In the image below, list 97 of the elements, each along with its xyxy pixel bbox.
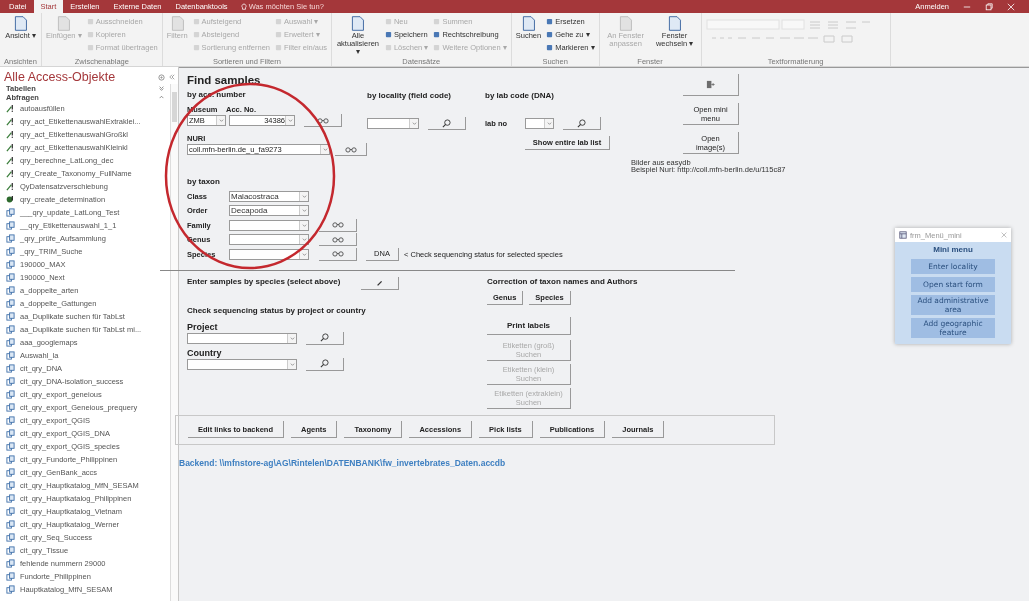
lab-number-combo[interactable] [525, 118, 554, 129]
filter-icon[interactable] [158, 73, 165, 81]
taxon-combo[interactable]: Malacostraca [229, 190, 309, 202]
search-icon [320, 359, 329, 368]
exit-icon [706, 80, 715, 89]
dropdown-icon [289, 361, 295, 367]
restore-icon[interactable] [985, 2, 993, 11]
search-icon [442, 118, 451, 128]
chevron-icon [159, 86, 164, 91]
taxon-combo[interactable]: Decapoda [229, 205, 309, 217]
table-icon [6, 247, 15, 256]
pencil-icon [6, 182, 15, 191]
taxon-combo[interactable] [229, 248, 309, 260]
table-icon [6, 546, 15, 555]
collapse-icon[interactable] [169, 74, 175, 80]
dropdown-icon [546, 121, 552, 126]
navigation-title: Alle Access-Objekte [4, 70, 117, 84]
section-heading: by taxon [187, 177, 221, 188]
pencil-icon [6, 169, 15, 178]
dropdown-icon [301, 193, 307, 199]
table-icon [6, 273, 15, 282]
document-icon [349, 15, 367, 32]
table-icon [6, 351, 15, 360]
section-heading: by lab code (DNA) [485, 91, 555, 102]
table-icon [6, 533, 15, 542]
filter-combo[interactable] [187, 358, 297, 370]
field-label: Country [187, 347, 223, 358]
table-icon [6, 260, 15, 269]
glasses-button[interactable] [335, 143, 367, 156]
dropdown-icon [411, 121, 417, 126]
label-button[interactable]: Print labels [487, 316, 571, 335]
section-heading: Enter samples by species (select above) [187, 276, 342, 288]
glasses-icon [331, 235, 344, 243]
taxon-combo[interactable] [229, 219, 309, 231]
taxon-combo[interactable] [229, 234, 309, 246]
glasses-icon [331, 250, 344, 258]
pencil-icon [6, 104, 15, 113]
dropdown-icon [301, 222, 307, 228]
glasses-icon [331, 221, 344, 229]
section-heading: by locality (field code) [367, 91, 452, 102]
dropdown-icon [289, 335, 295, 341]
dropdown-icon [301, 237, 307, 243]
table-icon [6, 234, 15, 243]
document-icon [666, 15, 684, 32]
filter-combo[interactable] [187, 332, 297, 344]
pencil-icon [6, 130, 15, 139]
locality-combo[interactable] [367, 118, 419, 129]
table-icon [6, 390, 15, 399]
table-icon [6, 299, 15, 308]
dropdown-icon [322, 147, 328, 152]
table-icon [6, 325, 15, 334]
search-icon [577, 118, 586, 128]
table-icon [6, 494, 15, 503]
field-label: Project [187, 321, 219, 332]
table-icon [6, 403, 15, 412]
search-icon [320, 333, 329, 342]
table-icon [6, 312, 15, 321]
table-icon [6, 572, 15, 581]
table-icon [6, 520, 15, 529]
table-icon [6, 208, 15, 217]
dropdown-icon [218, 118, 224, 123]
section-heading: Check sequencing status by project or country [187, 305, 367, 317]
document-icon [55, 15, 73, 32]
glasses-icon [344, 145, 357, 153]
dropdown-icon [287, 118, 293, 123]
table-icon [6, 221, 15, 230]
dropdown-icon [301, 251, 307, 257]
table-icon [6, 429, 15, 438]
table-icon [6, 416, 15, 425]
table-icon [6, 377, 15, 386]
pencil-icon [375, 278, 384, 287]
section-heading: Correction of taxon names and Authors [487, 276, 638, 288]
pencil-icon [6, 156, 15, 165]
chevron-icon [159, 95, 164, 100]
dropdown-icon [301, 208, 307, 214]
menu-heading: Mini menu [933, 245, 973, 256]
pencil-icon [6, 117, 15, 126]
table-icon [6, 286, 15, 295]
table-icon [6, 507, 15, 516]
table-icon [6, 559, 15, 568]
table-icon [6, 455, 15, 464]
form-icon [899, 231, 907, 239]
pencil-icon [6, 143, 15, 152]
glasses-icon [316, 116, 329, 124]
glasses-button[interactable] [319, 218, 357, 232]
lightbulb-icon [240, 2, 247, 11]
table-icon [6, 364, 15, 373]
glasses-button[interactable] [319, 247, 357, 261]
glasses-button[interactable] [319, 233, 357, 247]
document-icon [617, 15, 635, 32]
table-icon [6, 338, 15, 347]
table-icon [6, 468, 15, 477]
table-icon [6, 585, 15, 594]
table-icon [6, 442, 15, 451]
table-icon [6, 481, 15, 490]
backend-path: Backend: \\mfnstore-ag\AG\Rintelen\DATENBANK\fw_invertebrates_Daten.accdb [179, 457, 507, 468]
scrollbar[interactable] [170, 84, 178, 601]
